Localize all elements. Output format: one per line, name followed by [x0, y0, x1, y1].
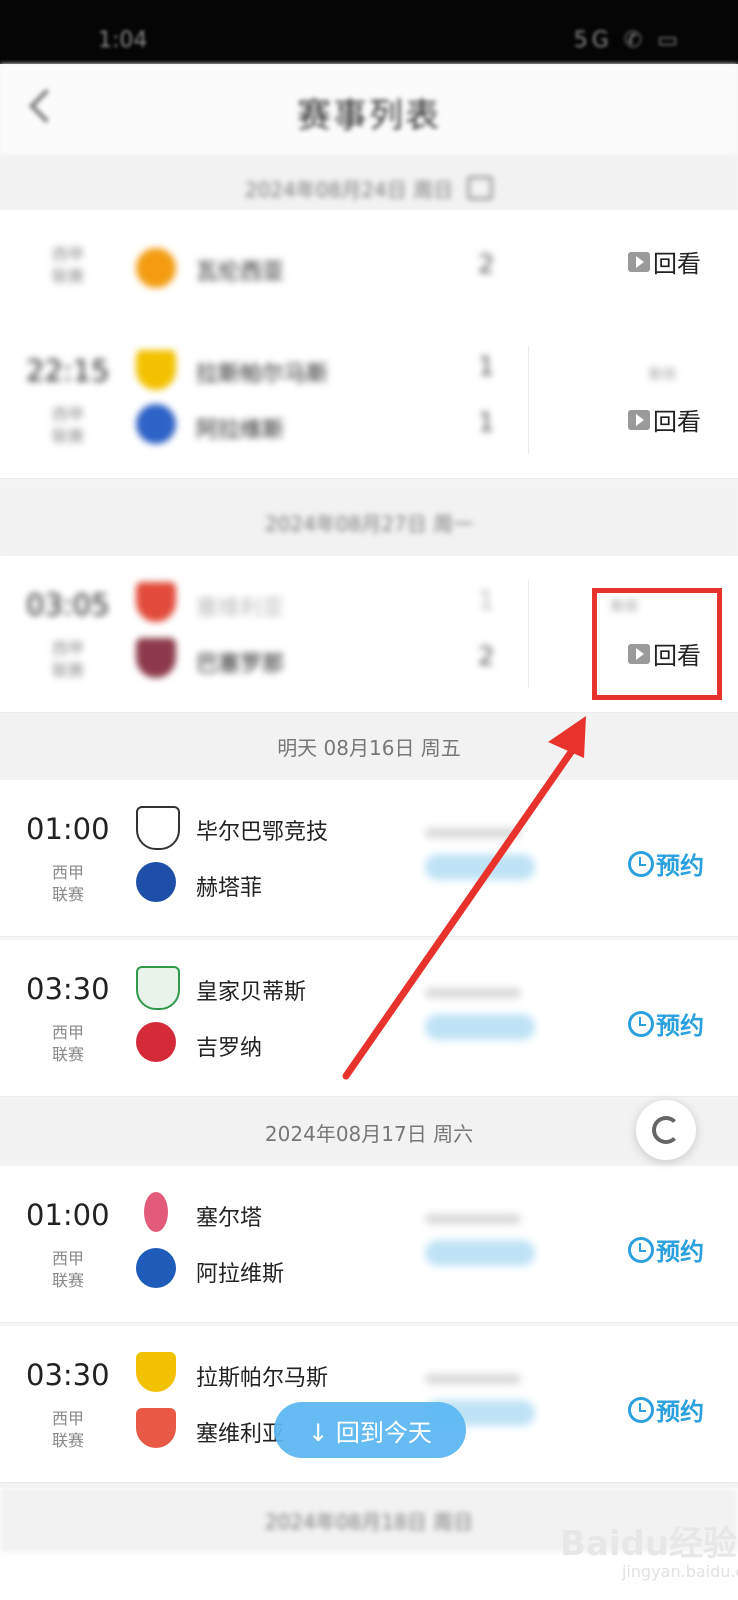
arrow-line	[342, 738, 582, 1080]
watermark-url: jingyan.baidu.com	[622, 1562, 738, 1581]
arrow-head	[548, 716, 586, 758]
back-to-today-label: ↓ 回到今天	[308, 1418, 432, 1447]
back-to-today-button[interactable]: ↓ 回到今天	[274, 1402, 466, 1458]
watermark: Baidu经验	[560, 1524, 738, 1564]
refresh-icon	[652, 1116, 680, 1144]
annotation-arrow	[342, 716, 586, 1080]
refresh-button[interactable]	[636, 1100, 696, 1160]
